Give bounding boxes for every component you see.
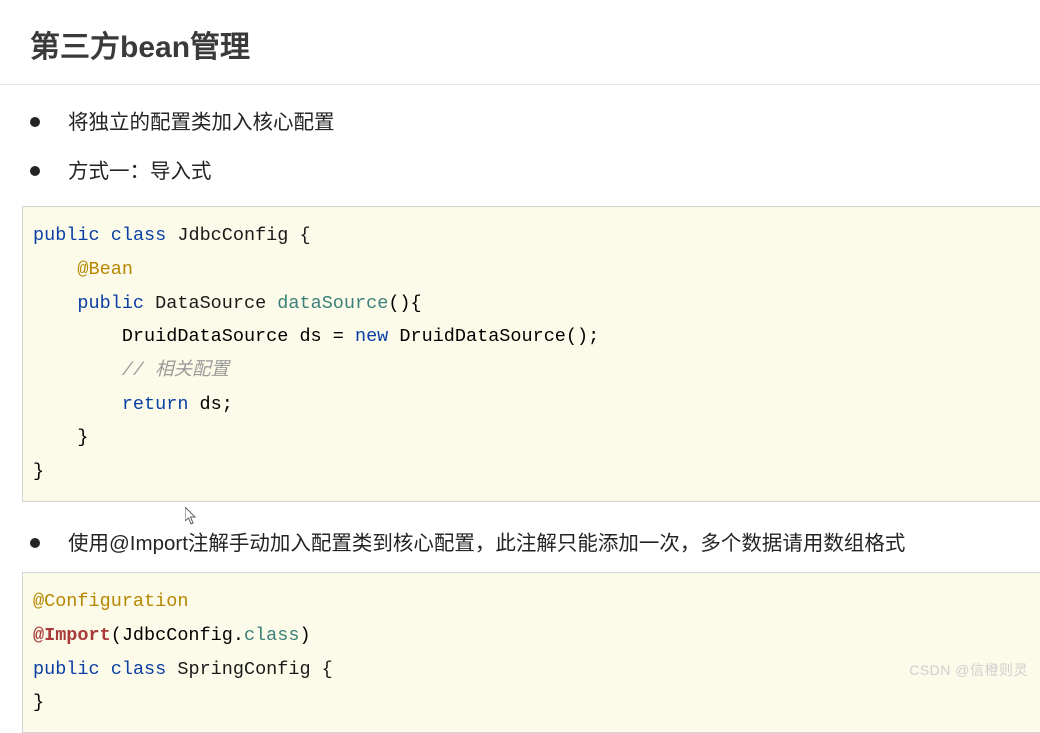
type-name: DataSource <box>155 293 266 314</box>
page-title: 第三方bean管理 <box>0 0 1040 85</box>
class-ref: class <box>244 625 300 646</box>
bullet-text: 方式一：导入式 <box>68 158 212 187</box>
code-text: } <box>33 461 44 482</box>
code-text: } <box>33 427 89 448</box>
code-text: (){ <box>388 293 421 314</box>
code-block-2: @Configuration @Import(JdbcConfig.class)… <box>22 572 1040 733</box>
code-text: DruidDataSource(); <box>388 326 599 347</box>
list-item: 使用@Import注解手动加入配置类到核心配置，此注解只能添加一次，多个数据请用… <box>30 530 1040 559</box>
document-container: 第三方bean管理 将独立的配置类加入核心配置 方式一：导入式 public c… <box>0 0 1040 733</box>
keyword-public: public <box>33 659 100 680</box>
list-item: 方式一：导入式 <box>30 158 1040 187</box>
keyword-public: public <box>77 293 144 314</box>
code-comment: // 相关配置 <box>122 360 229 381</box>
code-text: ) <box>299 625 310 646</box>
annotation-import: @Import <box>33 625 111 646</box>
bullet-list: 使用@Import注解手动加入配置类到核心配置，此注解只能添加一次，多个数据请用… <box>0 518 1040 559</box>
code-block-1: public class JdbcConfig { @Bean public D… <box>22 206 1040 501</box>
bullet-text: 将独立的配置类加入核心配置 <box>68 109 335 138</box>
keyword-class: class <box>111 659 167 680</box>
code-text: ds; <box>188 394 232 415</box>
method-name: dataSource <box>277 293 388 314</box>
code-text: } <box>33 692 44 713</box>
class-name: SpringConfig { <box>177 659 332 680</box>
keyword-public: public <box>33 225 100 246</box>
code-text: (JdbcConfig. <box>111 625 244 646</box>
watermark: CSDN @信橙则灵 <box>909 660 1028 680</box>
keyword-class: class <box>111 225 167 246</box>
bullet-text: 使用@Import注解手动加入配置类到核心配置，此注解只能添加一次，多个数据请用… <box>68 530 905 559</box>
class-name: JdbcConfig { <box>177 225 310 246</box>
bullet-icon <box>30 166 40 176</box>
annotation-bean: @Bean <box>77 259 133 280</box>
code-text: DruidDataSource ds = <box>122 326 355 347</box>
bullet-list: 将独立的配置类加入核心配置 方式一：导入式 <box>0 85 1040 186</box>
keyword-new: new <box>355 326 388 347</box>
bullet-icon <box>30 117 40 127</box>
keyword-return: return <box>122 394 189 415</box>
bullet-icon <box>30 538 40 548</box>
list-item: 将独立的配置类加入核心配置 <box>30 109 1040 138</box>
annotation-configuration: @Configuration <box>33 591 188 612</box>
